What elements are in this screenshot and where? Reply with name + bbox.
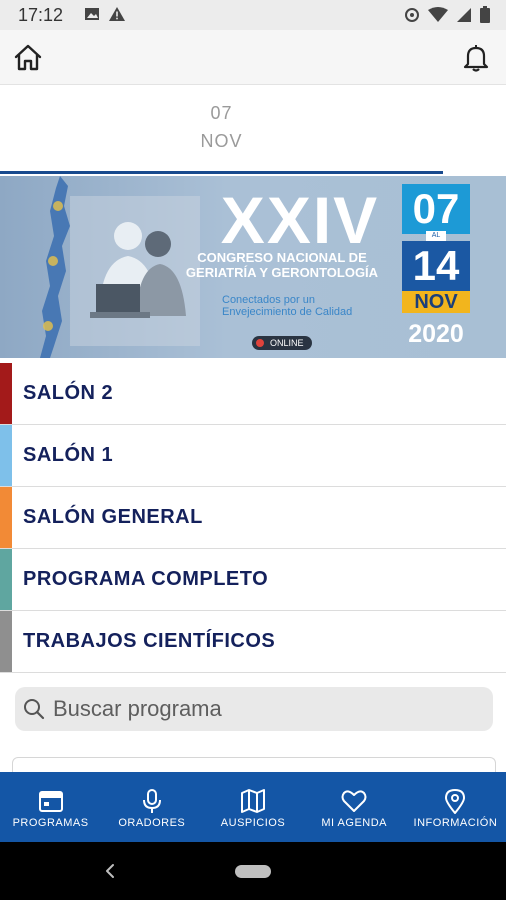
- room-item-salon-2[interactable]: SALÓN 2: [0, 363, 506, 425]
- notifications-button[interactable]: [460, 42, 492, 74]
- banner-title-line2: GERIATRÍA Y GERONTOLOGÍA: [185, 265, 379, 280]
- battery-icon: [480, 6, 490, 23]
- room-color-bar: [0, 425, 12, 486]
- congress-banner: XXIV CONGRESO NACIONAL DE GERIATRÍA Y GE…: [0, 176, 506, 358]
- nav-label: ORADORES: [118, 817, 186, 829]
- search-bar[interactable]: [15, 687, 493, 731]
- status-time: 17:12: [18, 5, 64, 25]
- nav-oradores[interactable]: ORADORES: [101, 772, 202, 842]
- room-label: SALÓN GENERAL: [23, 506, 203, 528]
- active-tab-underline: [0, 171, 443, 174]
- banner-date-from: 07: [402, 184, 470, 234]
- nav-mi-agenda[interactable]: MI AGENDA: [304, 772, 405, 842]
- banner-date-to: 14: [402, 241, 470, 291]
- nav-label: AUSPICIOS: [220, 817, 286, 829]
- location-pin-icon: [445, 789, 466, 814]
- date-tab-strip: 07 NOV: [0, 85, 506, 175]
- room-color-bar: [0, 611, 12, 672]
- microphone-icon: [142, 789, 161, 813]
- room-color-bar: [0, 363, 12, 424]
- nav-auspicios[interactable]: AUSPICIOS: [202, 772, 303, 842]
- back-icon[interactable]: [100, 860, 120, 882]
- room-label: PROGRAMA COMPLETO: [23, 568, 269, 590]
- room-label: SALÓN 2: [23, 382, 114, 404]
- banner-slogan: Conectados por un Envejecimiento de Cali…: [222, 294, 353, 318]
- tab-day: 07: [210, 103, 233, 123]
- tab-month: NOV: [200, 131, 243, 151]
- data-saver-icon: [405, 7, 419, 22]
- home-button[interactable]: [12, 42, 44, 74]
- tab-date-07-nov[interactable]: 07 NOV: [0, 85, 443, 174]
- warning-icon: [109, 7, 125, 21]
- room-color-bar: [0, 549, 12, 610]
- nav-informacion[interactable]: INFORMACIÓN: [405, 772, 506, 842]
- home-icon: [14, 44, 42, 71]
- banner-date-month: NOV: [402, 291, 470, 313]
- banner-edition: XXIV: [220, 183, 380, 257]
- room-item-programa-completo[interactable]: PROGRAMA COMPLETO: [0, 549, 506, 611]
- room-item-salon-1[interactable]: SALÓN 1: [0, 425, 506, 487]
- nav-label: INFORMACIÓN: [413, 817, 498, 829]
- room-item-salon-general[interactable]: SALÓN GENERAL: [0, 487, 506, 549]
- app-bar: [0, 30, 506, 85]
- banner-title-line1: CONGRESO NACIONAL DE: [197, 250, 367, 265]
- room-list: SALÓN 2 SALÓN 1 SALÓN GENERAL PROGRAMA C…: [0, 363, 506, 673]
- wifi-icon: [428, 6, 448, 22]
- bottom-navigation: PROGRAMAS ORADORES AUSPICIOS MI AGENDA I…: [0, 772, 506, 842]
- online-dot-icon: [256, 339, 264, 347]
- home-pill-button[interactable]: [235, 865, 271, 878]
- signal-icon: [457, 7, 471, 22]
- banner-date-connector: AL: [426, 231, 446, 241]
- banner-date-box: 07 14 AL NOV: [402, 184, 470, 316]
- room-color-bar: [0, 487, 12, 548]
- online-badge: ONLINE: [252, 336, 312, 350]
- banner-year: 2020: [408, 320, 464, 348]
- nav-label: MI AGENDA: [321, 817, 388, 829]
- heart-icon: [341, 790, 367, 812]
- status-bar: 17:12: [0, 0, 506, 30]
- image-icon: [85, 8, 99, 20]
- room-label: SALÓN 1: [23, 444, 114, 466]
- nav-label: PROGRAMAS: [12, 817, 89, 829]
- calendar-icon: [38, 791, 63, 812]
- online-label: ONLINE: [270, 338, 304, 348]
- search-input[interactable]: [53, 687, 473, 731]
- search-icon: [24, 699, 45, 720]
- system-navigation-bar: [0, 842, 506, 900]
- room-item-trabajos-cientificos[interactable]: TRABAJOS CIENTÍFICOS: [0, 611, 506, 673]
- room-label: TRABAJOS CIENTÍFICOS: [23, 630, 276, 652]
- map-icon: [241, 789, 265, 813]
- bell-icon: [463, 45, 489, 72]
- nav-programas[interactable]: PROGRAMAS: [0, 772, 101, 842]
